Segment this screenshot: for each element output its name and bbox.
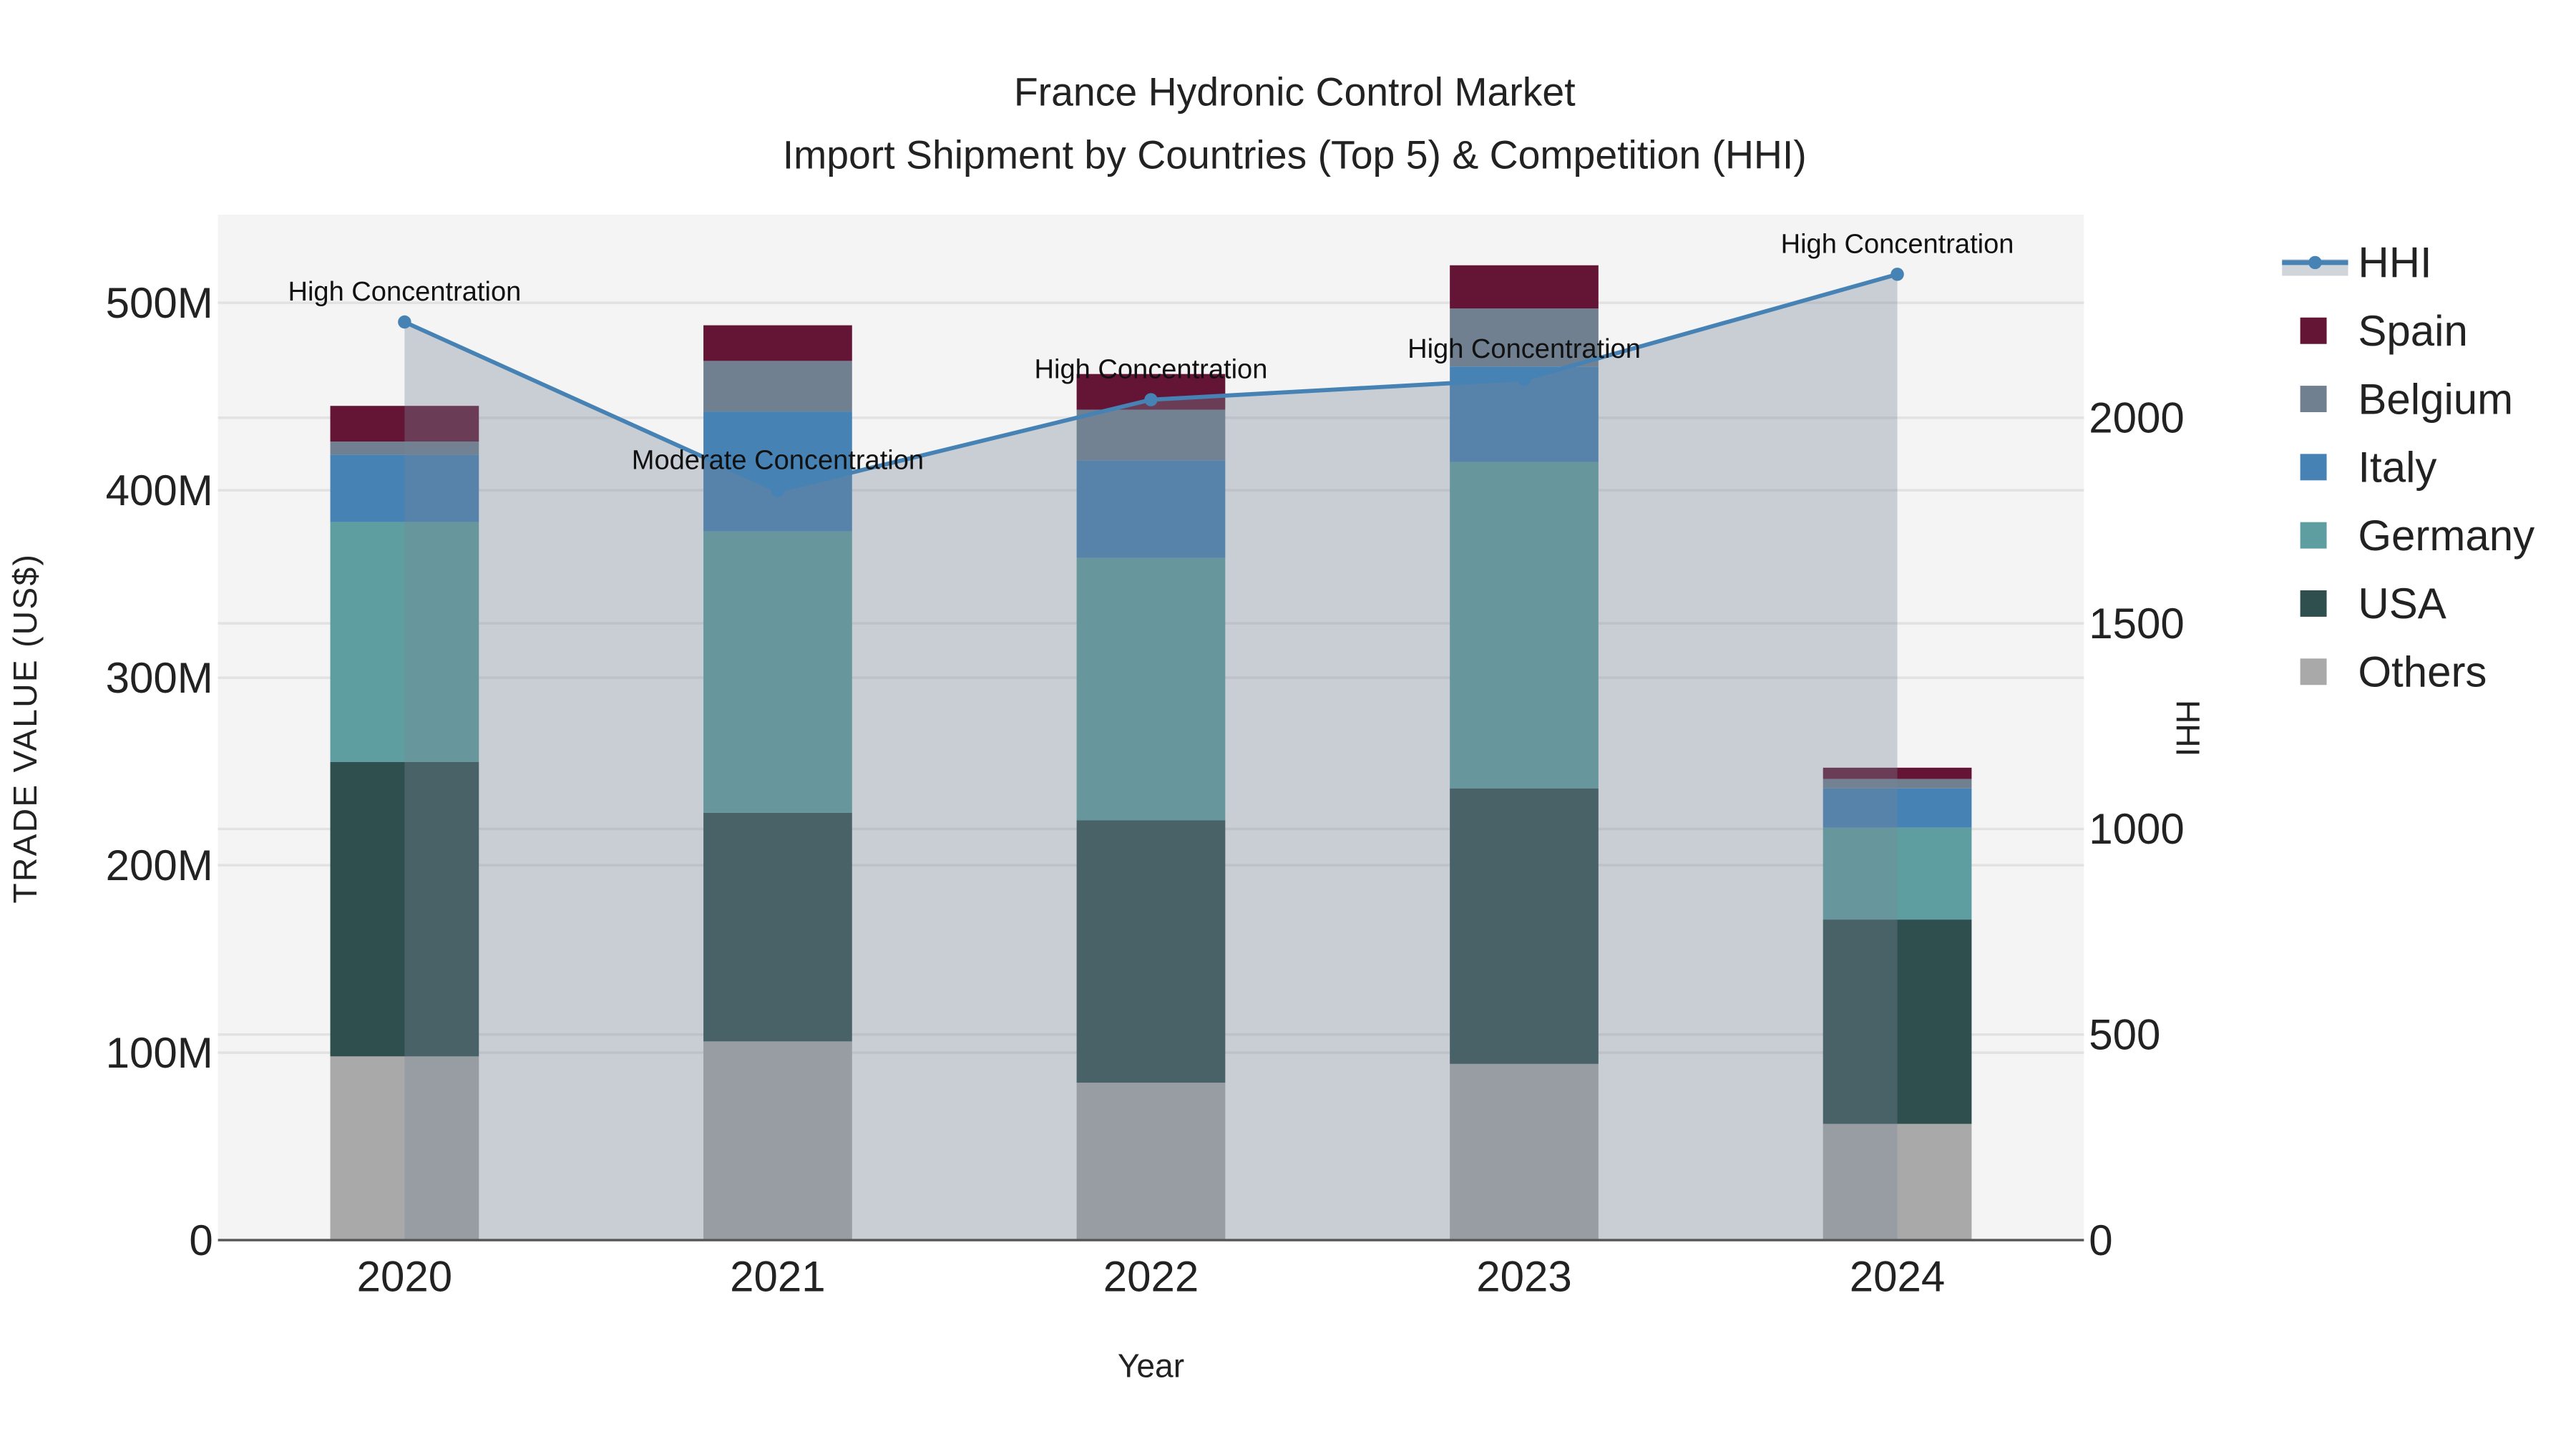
y-axis-label: TRADE VALUE (US$) <box>6 553 44 904</box>
hhi-point-2020[interactable] <box>398 315 411 329</box>
legend-item-belgium[interactable]: Belgium <box>2300 375 2514 423</box>
y2-tick-label: 1000 <box>2089 805 2184 853</box>
y2-axis-label: HHI <box>2170 700 2207 756</box>
legend-item-italy[interactable]: Italy <box>2300 444 2437 492</box>
y-tick-label: 400M <box>106 467 213 514</box>
x-tick-label: 2020 <box>357 1253 452 1301</box>
legend-item-germany[interactable]: Germany <box>2300 512 2535 560</box>
legend-marker-icon <box>2308 255 2322 270</box>
bar-spain-2023[interactable] <box>1450 265 1599 308</box>
legend: HHI Spain Belgium Italy Germany USA Others <box>2282 239 2534 696</box>
y-tick-label: 0 <box>189 1216 213 1264</box>
x-tick-label: 2021 <box>730 1253 825 1301</box>
hhi-point-2022[interactable] <box>1144 393 1158 406</box>
x-axis-label: Year <box>1118 1347 1184 1385</box>
chart-title-line2: Import Shipment by Countries (Top 5) & C… <box>783 132 1807 177</box>
y2-tick-label: 500 <box>2089 1011 2160 1059</box>
y2-tick-label: 0 <box>2089 1216 2112 1264</box>
y-tick-label: 100M <box>106 1029 213 1077</box>
legend-swatch <box>2300 522 2327 549</box>
chart: France Hydronic Control Market Import Sh… <box>6 70 2534 1385</box>
y-axis-ticks: 0 100M 200M 300M 400M 500M <box>106 279 213 1264</box>
y-tick-label: 200M <box>106 841 213 889</box>
chart-title-line1: France Hydronic Control Market <box>1014 70 1576 114</box>
hhi-annotation: High Concentration <box>1035 355 1268 385</box>
y2-tick-label: 2000 <box>2089 394 2184 442</box>
hhi-point-2024[interactable] <box>1890 268 1904 281</box>
hhi-point-2023[interactable] <box>1517 372 1531 386</box>
y2-tick-label: 1500 <box>2089 600 2184 648</box>
legend-item-usa[interactable]: USA <box>2300 580 2446 628</box>
legend-swatch <box>2300 590 2327 617</box>
legend-swatch <box>2300 454 2327 481</box>
legend-label: HHI <box>2358 239 2431 287</box>
hhi-annotation: High Concentration <box>1781 229 2014 259</box>
x-axis-ticks: 2020 2021 2022 2023 2024 <box>357 1253 1946 1301</box>
y2-axis-ticks: 0 500 1000 1500 2000 <box>2089 394 2184 1264</box>
legend-swatch <box>2300 317 2327 344</box>
legend-label: Spain <box>2358 307 2467 355</box>
legend-label: Others <box>2358 648 2487 696</box>
legend-swatch <box>2300 658 2327 686</box>
legend-item-hhi[interactable]: HHI <box>2282 239 2432 287</box>
x-tick-label: 2024 <box>1850 1253 1945 1301</box>
bar-belgium-2021[interactable] <box>703 361 852 412</box>
hhi-annotation: Moderate Concentration <box>632 446 924 476</box>
hhi-annotation: High Concentration <box>288 277 521 307</box>
legend-label: Belgium <box>2358 375 2513 423</box>
legend-label: USA <box>2358 580 2446 628</box>
x-tick-label: 2023 <box>1476 1253 1571 1301</box>
legend-label: Italy <box>2358 444 2436 492</box>
bar-spain-2021[interactable] <box>703 325 852 361</box>
y-tick-label: 500M <box>106 279 213 327</box>
x-tick-label: 2022 <box>1103 1253 1199 1301</box>
y-tick-label: 300M <box>106 654 213 702</box>
hhi-point-2021[interactable] <box>771 484 785 497</box>
hhi-annotation: High Concentration <box>1407 334 1641 364</box>
legend-item-others[interactable]: Others <box>2300 648 2487 696</box>
legend-item-spain[interactable]: Spain <box>2300 307 2468 355</box>
legend-swatch <box>2300 386 2327 412</box>
legend-label: Germany <box>2358 512 2534 560</box>
